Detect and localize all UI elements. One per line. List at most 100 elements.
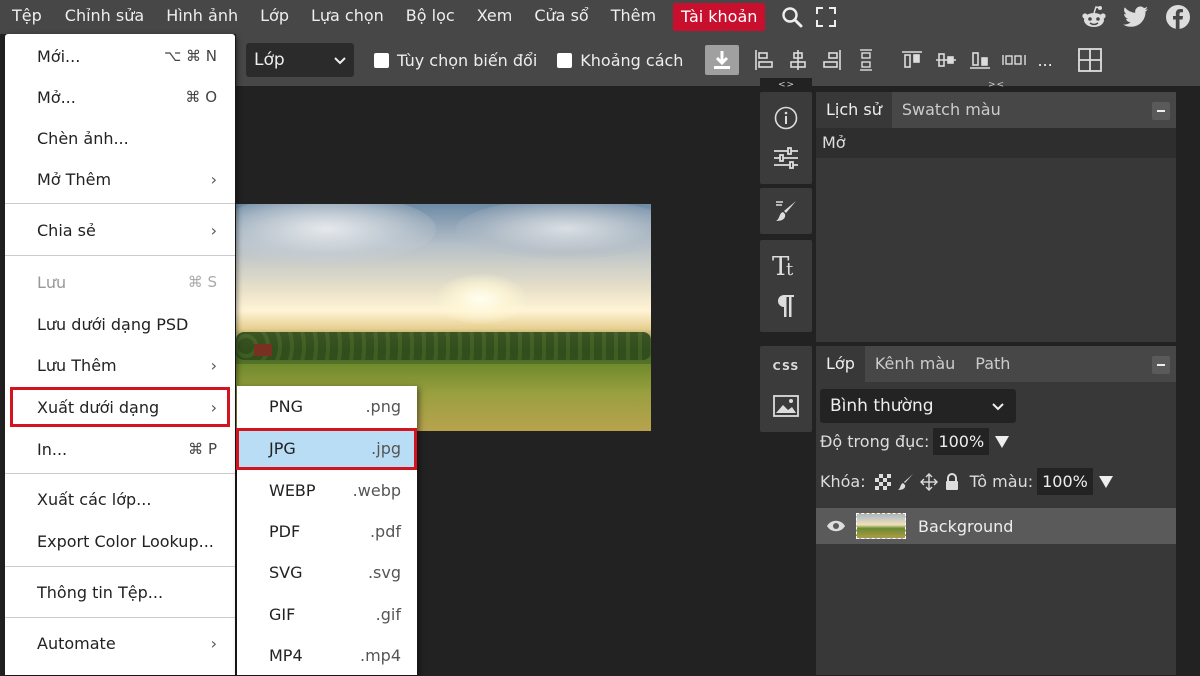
layers-panel-tabs: Lớp Kênh màu Path (816, 346, 1176, 382)
chevron-right-icon: › (210, 397, 217, 417)
menu-layer[interactable]: Lớp (249, 0, 300, 34)
blend-mode-select[interactable]: Bình thường (820, 389, 1016, 423)
menu-item-open-more[interactable]: Mở Thêm › (5, 159, 235, 199)
reddit-icon[interactable] (1080, 3, 1108, 31)
opacity-dropdown-icon[interactable] (995, 435, 1010, 448)
chevron-down-icon (334, 50, 346, 70)
menu-item-export-as[interactable]: Xuất dưới dạng › (5, 387, 235, 427)
tab-paths[interactable]: Path (965, 346, 1020, 382)
align-middle-icon[interactable] (929, 43, 963, 77)
chevron-right-icon: › (210, 169, 217, 189)
menu-item-insert-image[interactable]: Chèn ảnh... (5, 118, 235, 158)
export-gif[interactable]: GIF .gif (237, 594, 417, 635)
format-label: PNG (269, 397, 304, 416)
align-left-icon[interactable] (747, 43, 781, 77)
menu-bar: Tệp Chỉnh sửa Hình ảnh Lớp Lựa chọn Bộ l… (0, 0, 1200, 34)
collapse-right-toggle[interactable]: >< (988, 80, 1005, 90)
chevron-right-icon: › (210, 633, 217, 653)
chevron-right-icon: › (210, 355, 217, 375)
menu-item-share[interactable]: Chia sẻ › (5, 210, 235, 250)
lock-all-icon[interactable] (944, 472, 960, 491)
menu-item-label: Mở... (37, 87, 76, 107)
opacity-input[interactable]: 100% (933, 428, 990, 455)
export-webp[interactable]: WEBP .webp (237, 470, 417, 511)
menu-select[interactable]: Lựa chọn (300, 0, 395, 34)
facebook-icon[interactable] (1164, 3, 1192, 31)
lock-brush-icon[interactable] (897, 473, 914, 491)
grid-icon[interactable] (1073, 43, 1107, 77)
menu-item-save-psd[interactable]: Lưu dưới dạng PSD (5, 304, 235, 344)
menu-view[interactable]: Xem (466, 0, 524, 34)
align-top-icon[interactable] (895, 43, 929, 77)
layer-row[interactable]: Background (816, 508, 1176, 544)
menu-item-label: Lưu dưới dạng PSD (37, 314, 189, 334)
menu-item-new[interactable]: Mới... ⌥ ⌘ N (5, 36, 235, 76)
info-icon[interactable] (760, 98, 812, 138)
menu-item-save-more[interactable]: Lưu Thêm › (5, 345, 235, 385)
image-icon[interactable] (760, 386, 812, 426)
align-right-icon[interactable] (815, 43, 849, 77)
history-entry[interactable]: Mở (816, 128, 1176, 158)
export-mp4[interactable]: MP4 .mp4 (237, 635, 417, 676)
layer-select-value: Lớp (254, 50, 285, 70)
shortcut: ⌘ S (187, 273, 217, 291)
opacity-row: Độ trong đục: 100% (820, 428, 1010, 455)
search-icon[interactable] (779, 0, 805, 34)
brush-settings-icon[interactable] (760, 191, 812, 231)
menu-item-export-layers[interactable]: Xuất các lớp... (5, 479, 235, 519)
menu-filter[interactable]: Bộ lọc (395, 0, 466, 34)
layer-select[interactable]: Lớp (246, 43, 354, 77)
export-svg[interactable]: SVG .svg (237, 552, 417, 593)
twitter-icon[interactable] (1122, 3, 1150, 31)
menu-image[interactable]: Hình ảnh (155, 0, 249, 34)
tab-swatches[interactable]: Swatch màu (892, 92, 1011, 128)
adjustments-icon[interactable] (760, 138, 812, 178)
align-bottom-icon[interactable] (963, 43, 997, 77)
menu-file[interactable]: Tệp (0, 0, 54, 34)
minimize-icon[interactable] (1152, 356, 1170, 374)
fill-input[interactable]: 100% (1037, 468, 1093, 495)
menu-more[interactable]: Thêm (600, 0, 667, 34)
lock-move-icon[interactable] (919, 472, 938, 491)
menu-edit[interactable]: Chỉnh sửa (54, 0, 155, 34)
eye-icon[interactable] (826, 519, 846, 533)
menu-item-automate[interactable]: Automate › (5, 623, 235, 663)
blend-mode-value: Bình thường (830, 396, 934, 416)
menu-item-open[interactable]: Mở... ⌘ O (5, 77, 235, 117)
download-icon[interactable] (705, 45, 740, 75)
account-button[interactable]: Tài khoản (673, 3, 766, 31)
tab-history[interactable]: Lịch sử (816, 92, 892, 128)
lock-transparency-icon[interactable] (874, 473, 892, 491)
menu-item-print[interactable]: In... ⌘ P (5, 429, 235, 469)
menu-item-export-color-lookup[interactable]: Export Color Lookup... (5, 521, 235, 561)
fill-dropdown-icon[interactable] (1098, 475, 1113, 488)
transform-option-checkbox[interactable]: Tùy chọn biến đổi (374, 51, 537, 70)
export-jpg[interactable]: JPG .jpg (237, 428, 417, 469)
menu-window[interactable]: Cửa sổ (523, 0, 599, 34)
tab-channels[interactable]: Kênh màu (865, 346, 965, 382)
css-icon[interactable]: CSS (760, 346, 812, 386)
menu-item-label: Chia sẻ (37, 220, 96, 240)
menu-item-label: Lưu (37, 272, 67, 292)
fullscreen-icon[interactable] (813, 0, 839, 34)
menu-item-label: Mới... (37, 46, 81, 66)
format-ext: .pdf (369, 522, 401, 541)
checkbox-box (374, 52, 389, 68)
character-icon[interactable]: Tt (760, 246, 812, 286)
paragraph-icon[interactable] (760, 286, 812, 326)
menu-item-label: Export Color Lookup... (37, 531, 214, 551)
tab-layers[interactable]: Lớp (816, 346, 865, 382)
export-png[interactable]: PNG .png (237, 386, 417, 427)
spacing-option-checkbox[interactable]: Khoảng cách (557, 51, 683, 70)
more-options[interactable]: ... (1037, 51, 1052, 70)
css-label: CSS (772, 359, 800, 373)
export-pdf[interactable]: PDF .pdf (237, 511, 417, 552)
collapse-left-toggle[interactable]: <> (778, 80, 795, 90)
distribute-horizontal-icon[interactable] (849, 43, 883, 77)
align-center-icon[interactable] (781, 43, 815, 77)
social-links (1080, 0, 1192, 34)
distribute-vertical-icon[interactable] (997, 43, 1031, 77)
minimize-icon[interactable] (1152, 102, 1170, 120)
layers-panel: Lớp Kênh màu Path Bình thường Độ trong đ… (816, 346, 1176, 675)
menu-item-file-info[interactable]: Thông tin Tệp... (5, 572, 235, 612)
